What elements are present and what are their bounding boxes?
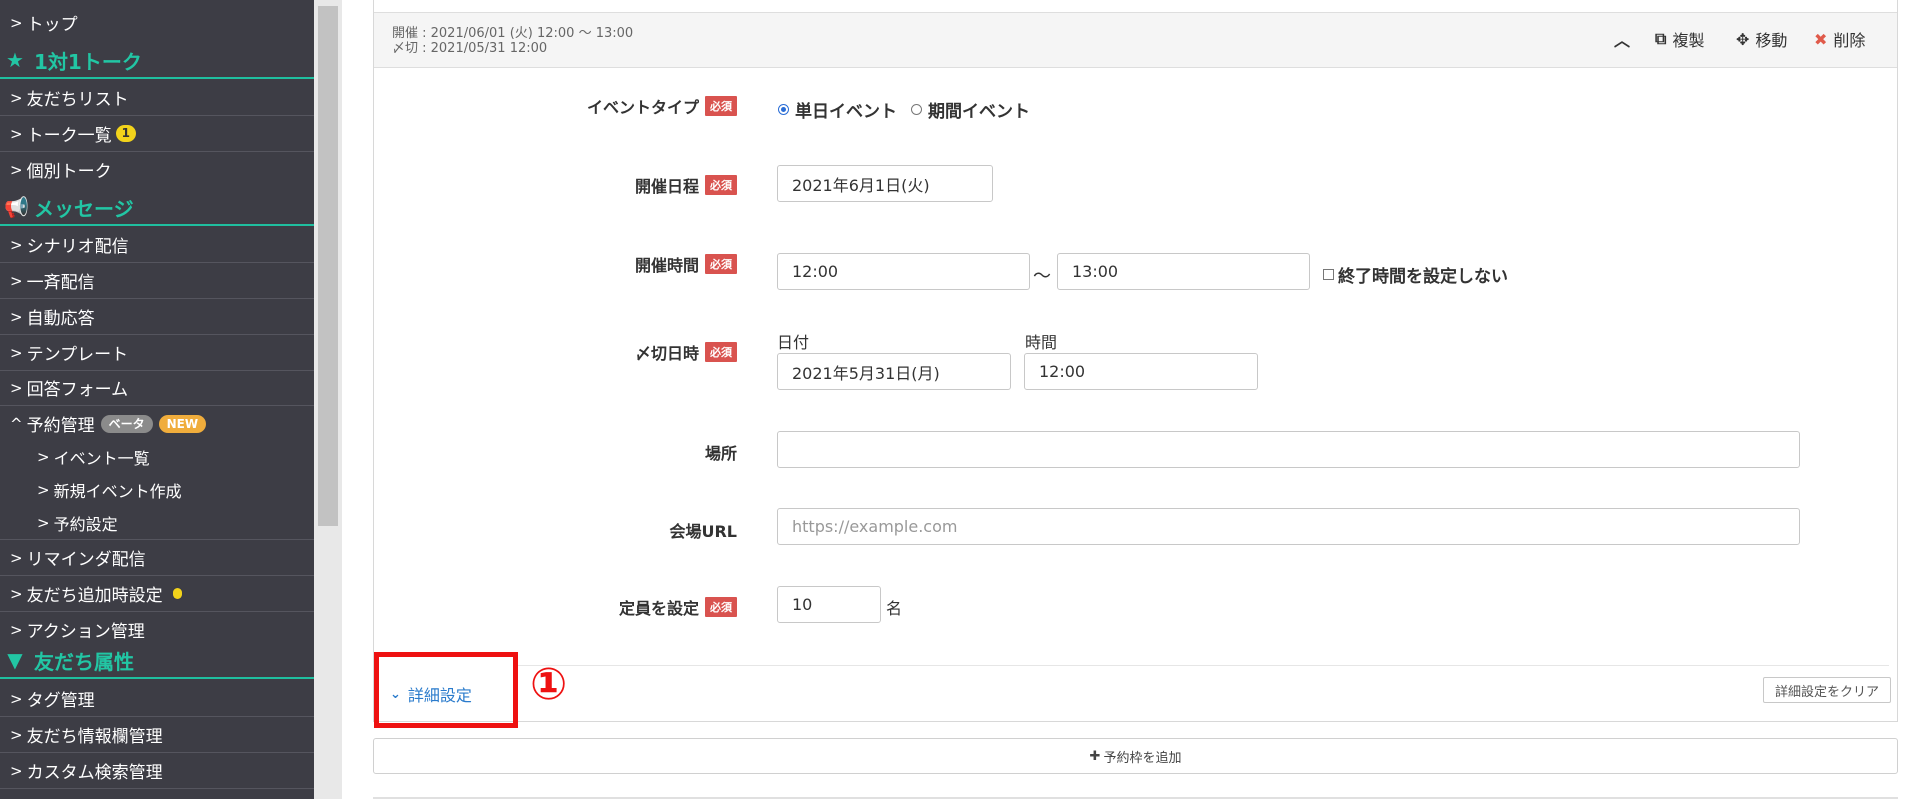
plus-icon: ✚ <box>1089 748 1101 764</box>
capacity-unit: 名 <box>886 599 903 618</box>
megaphone-icon: 📢 <box>4 195 29 219</box>
capacity-input[interactable]: 10 <box>777 586 881 623</box>
sidebar-item-form[interactable]: > 回答フォーム <box>0 370 314 405</box>
event-slot-card: 開催 : 2021/06/01 (火) 12:00 ～ 13:00 〆切 : 2… <box>373 0 1898 728</box>
radio-period-event[interactable]: 期間イベント <box>911 97 1030 122</box>
radio-single-event[interactable]: 単日イベント <box>778 97 897 122</box>
card-header: 開催 : 2021/06/01 (火) 12:00 ～ 13:00 〆切 : 2… <box>374 12 1897 68</box>
filter-icon: ▼ <box>7 648 23 672</box>
sidebar-item-individual-talk[interactable]: > 個別トーク <box>0 152 314 187</box>
event-date-label: 開催日程 必須 <box>374 173 737 197</box>
new-badge: NEW <box>158 414 207 433</box>
no-end-time-checkbox[interactable]: 終了時間を設定しない <box>1323 262 1508 287</box>
sidebar-subitem-new-event[interactable]: > 新規イベント作成 <box>0 473 314 506</box>
sidebar-subitem-reservation-settings[interactable]: > 予約設定 <box>0 506 314 539</box>
unread-badge: 1 <box>115 125 136 142</box>
scrollbar-thumb[interactable] <box>318 6 338 526</box>
start-time-input[interactable]: 12:00 <box>777 253 1030 290</box>
sidebar-section-talk: ★ 1対1トーク <box>0 43 314 79</box>
radio-unselected[interactable] <box>911 104 922 115</box>
add-slot-button[interactable]: ✚ 予約枠を追加 <box>373 738 1898 774</box>
venue-url-input[interactable]: https://example.com <box>777 508 1800 545</box>
delete-button[interactable]: ✖ 削除 <box>1814 27 1865 51</box>
checkbox[interactable] <box>1323 269 1334 280</box>
sidebar: > トップ ★ 1対1トーク > 友だちリスト > トーク一覧 1 > 個別トーク 📢 メッセ… <box>0 0 314 799</box>
event-time-label: 開催時間 必須 <box>374 252 737 276</box>
notice-dot <box>172 588 182 599</box>
sidebar-item-action[interactable]: > アクション管理 <box>0 612 314 647</box>
sidebar-item-template[interactable]: > テンプレート <box>0 335 314 370</box>
sidebar-item-top[interactable]: > トップ <box>0 5 314 40</box>
venue-url-label: 会場URL <box>669 522 737 541</box>
end-time-input[interactable]: 13:00 <box>1057 253 1310 290</box>
sidebar-item-reminder[interactable]: > リマインダ配信 <box>0 540 314 575</box>
sidebar-subitem-event-list[interactable]: > イベント一覧 <box>0 440 314 473</box>
close-icon: ✖ <box>1814 29 1828 49</box>
divider <box>514 665 1889 666</box>
radio-selected[interactable] <box>778 104 789 115</box>
event-date-input[interactable]: 2021年6月1日(火) <box>777 165 993 202</box>
required-badge: 必須 <box>705 96 737 116</box>
move-button[interactable]: ✥ 移動 <box>1736 27 1787 51</box>
sidebar-item-auto-reply[interactable]: > 自動応答 <box>0 299 314 334</box>
sidebar-item-tags[interactable]: > タグ管理 <box>0 681 314 716</box>
sidebar-item-reservation[interactable]: ^ 予約管理 ベータ NEW <box>0 406 314 441</box>
event-type-label: イベントタイプ 必須 <box>374 94 737 118</box>
sidebar-item-friend-list[interactable]: > 友だちリスト <box>0 80 314 115</box>
sidebar-item-broadcast[interactable]: > 一斉配信 <box>0 263 314 298</box>
sidebar-item-talk-list[interactable]: > トーク一覧 1 <box>0 116 314 151</box>
sidebar-section-attributes: ▼ 友だち属性 <box>0 643 314 679</box>
star-icon: ★ <box>6 48 24 72</box>
sidebar-item-friend-info[interactable]: > 友だち情報欄管理 <box>0 717 314 752</box>
annotation-highlight-box <box>374 652 518 728</box>
move-icon: ✥ <box>1736 29 1750 49</box>
copy-button[interactable]: ⧉ 複製 <box>1655 27 1704 51</box>
deadline-time-input[interactable]: 12:00 <box>1024 353 1258 390</box>
place-input[interactable] <box>777 431 1800 468</box>
deadline-date-label: 日付 <box>777 333 810 352</box>
annotation-number: ① <box>530 659 568 710</box>
capacity-label: 定員を設定 必須 <box>374 595 737 619</box>
copy-icon: ⧉ <box>1655 29 1667 48</box>
deadline-label: 〆切日時 必須 <box>374 340 737 364</box>
sidebar-item-scenario[interactable]: > シナリオ配信 <box>0 227 314 262</box>
clear-detail-settings-button[interactable]: 詳細設定をクリア <box>1763 677 1891 703</box>
deadline-time-label: 時間 <box>1025 333 1058 352</box>
sidebar-item-custom-search[interactable]: > カスタム検索管理 <box>0 753 314 788</box>
meta-deadline: 〆切 : 2021/05/31 12:00 <box>392 41 548 56</box>
sidebar-item-friend-add-settings[interactable]: > 友だち追加時設定 <box>0 576 314 611</box>
collapse-button[interactable]: ︿ <box>1614 27 1636 51</box>
beta-badge: ベータ <box>100 414 153 433</box>
deadline-date-input[interactable]: 2021年5月31日(月) <box>777 353 1011 390</box>
place-label: 場所 <box>704 444 737 463</box>
sidebar-section-message: 📢 メッセージ <box>0 190 314 226</box>
chevron-up-icon: ︿ <box>1614 31 1631 50</box>
time-range-separator: ～ <box>1033 266 1051 287</box>
